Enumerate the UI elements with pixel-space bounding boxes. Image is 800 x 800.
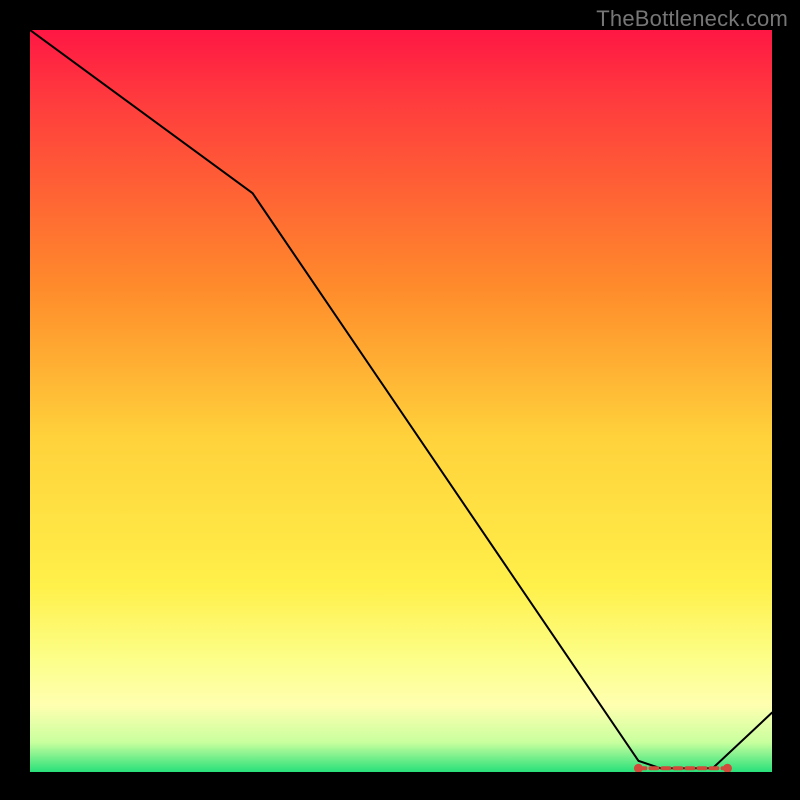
watermark-text: TheBottleneck.com [596, 6, 788, 32]
chart-frame: TheBottleneck.com [0, 0, 800, 800]
chart-background [30, 30, 772, 772]
chart-svg [30, 30, 772, 772]
chart-plot-area [30, 30, 772, 772]
